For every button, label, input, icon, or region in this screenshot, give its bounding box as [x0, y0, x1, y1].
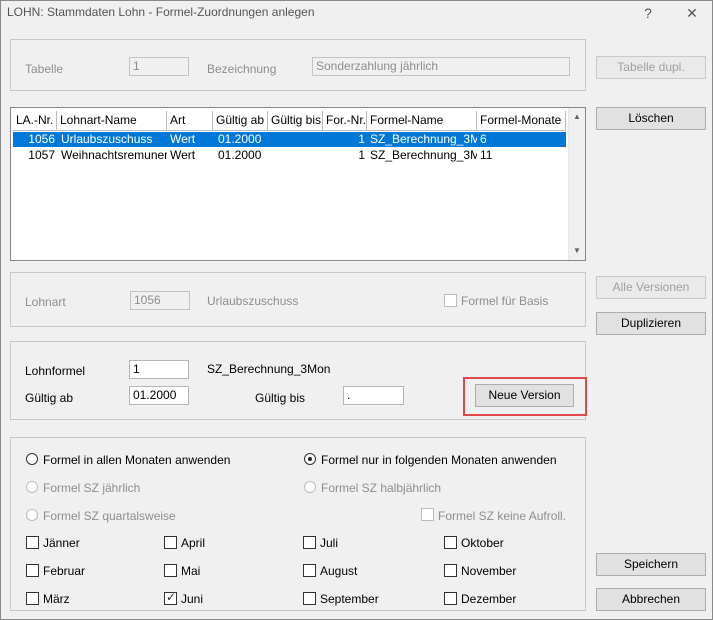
- cell-la-nr: 1056: [28, 132, 55, 146]
- table-row[interactable]: 1056 Urlaubszuschuss Wert 01.2000 1 SZ_B…: [13, 132, 566, 147]
- help-icon[interactable]: ?: [637, 3, 659, 23]
- column-header[interactable]: LA.-Nr.: [13, 111, 57, 131]
- month-label-may: Mai: [181, 564, 201, 578]
- month-label-oct: Oktober: [461, 536, 504, 550]
- sz-keine-aufroll-checkbox: [421, 508, 434, 521]
- column-header[interactable]: For.-Nr.: [323, 111, 367, 131]
- lohnart-name: Urlaubszuschuss: [207, 294, 299, 308]
- lohnart-label: Lohnart: [25, 295, 66, 309]
- month-label-nov: November: [461, 564, 517, 578]
- cell-gueltig-ab: 01.2000: [218, 148, 262, 162]
- column-header[interactable]: Formel-Name: [367, 111, 477, 131]
- month-checkbox-dec[interactable]: [444, 592, 457, 605]
- cell-gueltig-ab: 01.2000: [218, 132, 262, 146]
- bezeichnung-field: Sonderzahlung jährlich: [312, 57, 570, 76]
- month-label-feb: Februar: [43, 564, 86, 578]
- bezeichnung-label: Bezeichnung: [207, 62, 277, 76]
- sz-jaehrlich-label: Formel SZ jährlich: [43, 481, 141, 495]
- sz-quartal-radio: [26, 509, 38, 521]
- abbrechen-button[interactable]: Abbrechen: [596, 588, 706, 611]
- month-checkbox-jan[interactable]: [26, 536, 39, 549]
- dialog-window: LOHN: Stammdaten Lohn - Formel-Zuordnung…: [0, 0, 713, 620]
- month-label-apr: April: [181, 536, 206, 550]
- month-label-aug: August: [320, 564, 358, 578]
- sz-quartal-label: Formel SZ quartalsweise: [43, 509, 176, 523]
- month-label-sep: September: [320, 592, 379, 606]
- cell-lohnart-name: Urlaubszuschuss: [61, 132, 153, 146]
- sz-jaehrlich-radio: [26, 481, 38, 493]
- month-label-dec: Dezember: [461, 592, 517, 606]
- lohnart-field: 1056: [130, 291, 190, 310]
- sz-halbjaehrlich-radio: [304, 481, 316, 493]
- month-checkbox-sep[interactable]: [303, 592, 316, 605]
- formel-name-text: SZ_Berechnung_3Mon: [207, 362, 331, 376]
- month-label-jul: Juli: [320, 536, 339, 550]
- lohnformel-input[interactable]: 1: [129, 360, 189, 379]
- cell-formel-monate: 11: [480, 148, 493, 162]
- tabelle-label: Tabelle: [25, 62, 64, 76]
- cell-lohnart-name: Weihnachtsremuneration: [61, 148, 167, 162]
- title-bar: LOHN: Stammdaten Lohn - Formel-Zuordnung…: [1, 1, 712, 25]
- folgende-monate-label: Formel nur in folgenden Monaten anwenden: [321, 453, 557, 467]
- gueltig-bis-label: Gültig bis: [255, 391, 306, 405]
- table-row[interactable]: 1057 Weihnachtsremuneration Wert 01.2000…: [13, 148, 566, 163]
- month-checkbox-oct[interactable]: [444, 536, 457, 549]
- month-checkbox-aug[interactable]: [303, 564, 316, 577]
- folgende-monate-radio[interactable]: [304, 453, 316, 465]
- column-header[interactable]: Formel-Monate: [477, 111, 566, 131]
- window-title: LOHN: Stammdaten Lohn - Formel-Zuordnung…: [7, 5, 315, 19]
- month-checkbox-mar[interactable]: [26, 592, 39, 605]
- month-checkbox-feb[interactable]: [26, 564, 39, 577]
- list-scrollbar[interactable]: ▲ ▼: [568, 108, 585, 260]
- formel-basis-checkbox: [444, 294, 457, 307]
- cell-formel-name: SZ_Berechnung_3M: [370, 132, 477, 146]
- alle-versionen-button[interactable]: Alle Versionen: [596, 276, 706, 299]
- cell-formel-name: SZ_Berechnung_3M: [370, 148, 477, 162]
- column-header[interactable]: Lohnart-Name: [57, 111, 167, 131]
- scroll-down-icon[interactable]: ▼: [569, 242, 585, 259]
- scroll-up-icon[interactable]: ▲: [569, 108, 585, 125]
- alle-monate-radio[interactable]: [26, 453, 38, 465]
- formula-assignment-list[interactable]: LA.-Nr. Lohnart-Name Art Gültig ab Gülti…: [10, 107, 586, 261]
- cell-art: Wert: [170, 148, 196, 162]
- column-header[interactable]: Gültig ab: [213, 111, 268, 131]
- month-checkbox-may[interactable]: [164, 564, 177, 577]
- month-label-jan: Jänner: [43, 536, 80, 550]
- column-header[interactable]: Gültig bis: [268, 111, 323, 131]
- cell-formel-monate: 6: [480, 132, 487, 146]
- close-icon[interactable]: ✕: [681, 3, 703, 23]
- tabelle-field: 1: [129, 57, 189, 76]
- duplizieren-button[interactable]: Duplizieren: [596, 312, 706, 335]
- formel-basis-label: Formel für Basis: [461, 294, 549, 308]
- month-label-jun: Juni: [181, 592, 204, 606]
- month-checkbox-jul[interactable]: [303, 536, 316, 549]
- gueltig-bis-input[interactable]: .: [343, 386, 404, 405]
- cell-la-nr: 1057: [28, 148, 55, 162]
- month-checkbox-apr[interactable]: [164, 536, 177, 549]
- cell-gueltig-bis: [272, 148, 322, 163]
- cell-gueltig-bis: [272, 132, 322, 147]
- neue-version-button[interactable]: Neue Version: [475, 384, 574, 407]
- column-header[interactable]: Art: [167, 111, 213, 131]
- lohnformel-label: Lohnformel: [25, 364, 86, 378]
- loeschen-button[interactable]: Löschen: [596, 107, 706, 130]
- tabelle-dupl-button[interactable]: Tabelle dupl.: [596, 56, 706, 79]
- sz-keine-aufroll-label: Formel SZ keine Aufroll.: [438, 509, 567, 523]
- cell-for-nr: 1: [358, 148, 365, 162]
- month-checkbox-nov[interactable]: [444, 564, 457, 577]
- gueltig-ab-input[interactable]: 01.2000: [129, 386, 189, 405]
- month-label-mar: März: [43, 592, 70, 606]
- speichern-button[interactable]: Speichern: [596, 553, 706, 576]
- sz-halbjaehrlich-label: Formel SZ halbjährlich: [321, 481, 442, 495]
- gueltig-ab-label: Gültig ab: [25, 391, 74, 405]
- cell-art: Wert: [170, 132, 196, 146]
- alle-monate-label: Formel in allen Monaten anwenden: [43, 453, 231, 467]
- month-checkbox-jun[interactable]: [164, 590, 177, 605]
- cell-for-nr: 1: [358, 132, 365, 146]
